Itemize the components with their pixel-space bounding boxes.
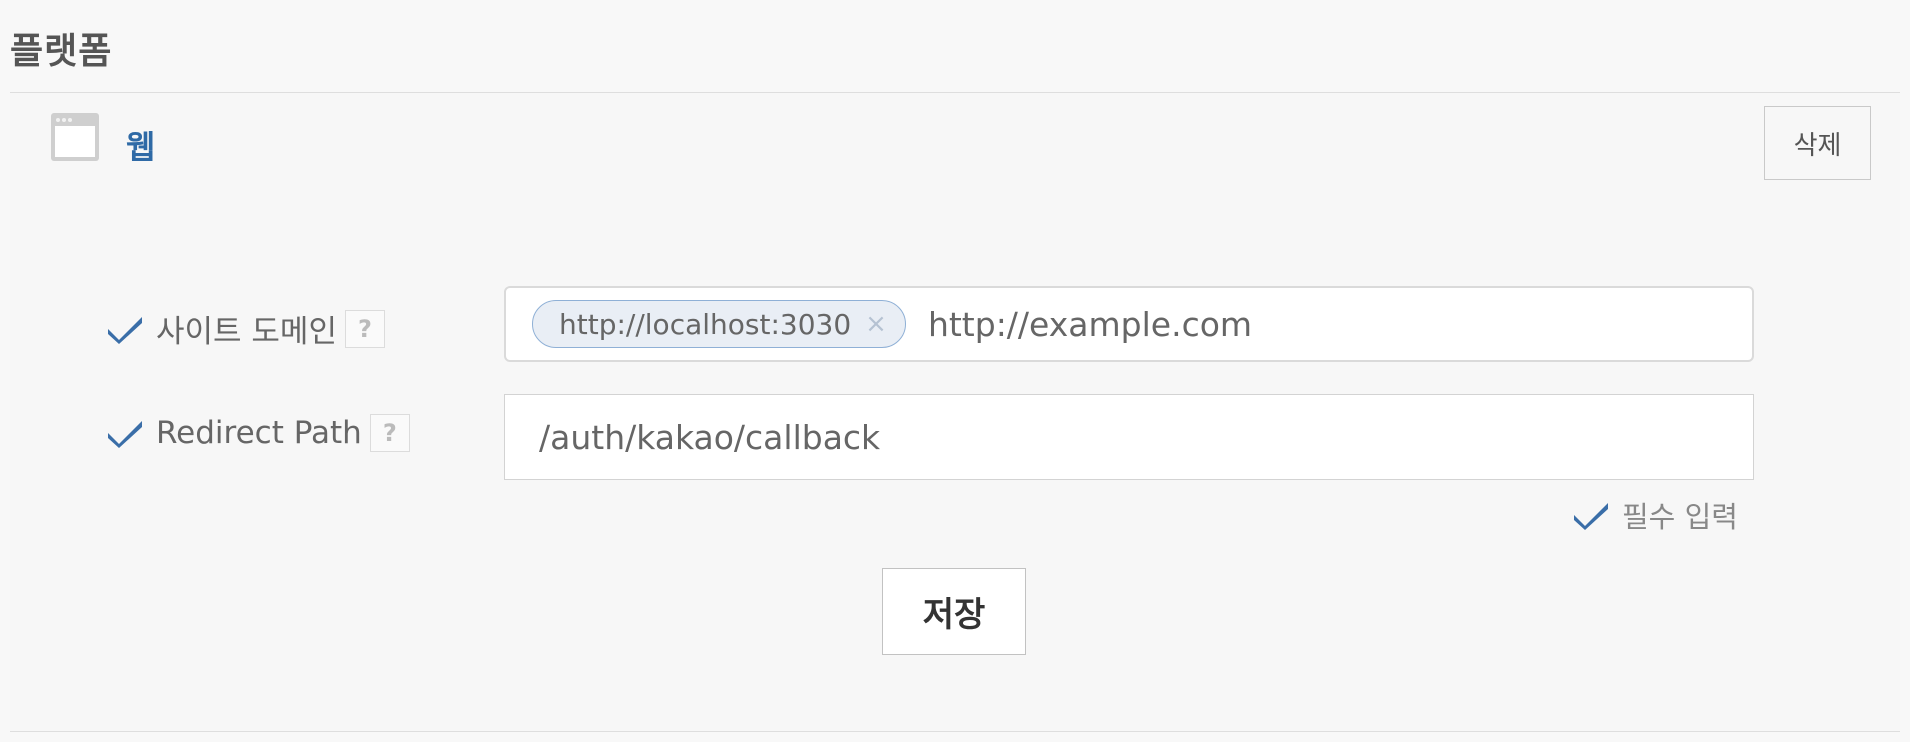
redirect-path-label: Redirect Path <box>156 415 362 451</box>
delete-button[interactable]: 삭제 <box>1764 106 1871 180</box>
redirect-path-help-button[interactable]: ? <box>369 414 410 452</box>
bottom-divider <box>10 731 1900 732</box>
site-domain-label-row: 사이트 도메인 ? <box>106 306 385 351</box>
required-note-text: 필수 입력 <box>1622 500 1738 534</box>
platform-name: 웹 <box>126 128 156 166</box>
domain-tag-label: http://localhost:3030 <box>559 307 852 341</box>
redirect-path-field[interactable] <box>504 394 1754 480</box>
site-domain-field[interactable]: http://localhost:3030 × <box>504 286 1754 362</box>
site-domain-label: 사이트 도메인 <box>156 314 337 350</box>
site-domain-input[interactable] <box>927 294 1628 354</box>
save-button[interactable]: 저장 <box>882 568 1026 655</box>
redirect-path-label-row: Redirect Path ? <box>106 414 410 452</box>
domain-tag: http://localhost:3030 × <box>532 300 906 348</box>
checkmark-icon <box>108 421 142 448</box>
browser-window-icon <box>51 113 99 161</box>
checkmark-icon <box>108 316 142 344</box>
page-title: 플랫폼 <box>10 31 113 72</box>
required-note: 필수 입력 <box>1572 494 1738 536</box>
checkmark-icon <box>1574 503 1608 530</box>
site-domain-help-button[interactable]: ? <box>344 309 385 348</box>
tag-remove-icon[interactable]: × <box>865 309 887 339</box>
redirect-path-input[interactable] <box>539 407 1639 467</box>
